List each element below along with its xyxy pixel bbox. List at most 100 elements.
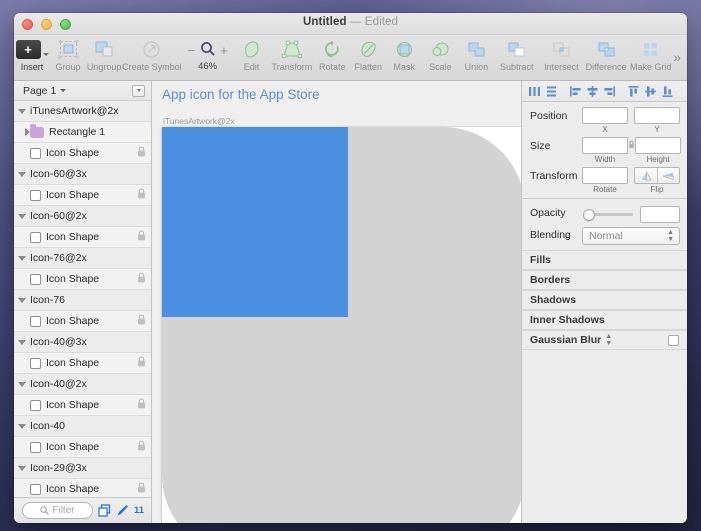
section-inner-shadows[interactable]: Inner Shadows <box>522 310 687 330</box>
layer-list[interactable]: iTunesArtwork@2x Rectangle 1 Icon Shape Ico… <box>14 101 151 497</box>
toolbar-overflow-button[interactable]: » <box>673 49 681 69</box>
zoom-out-button[interactable]: − <box>187 44 195 57</box>
toolbar-button-mask[interactable]: Mask <box>386 38 422 72</box>
lock-icon[interactable] <box>137 354 146 372</box>
position-x-input[interactable] <box>582 107 628 124</box>
layer-row[interactable]: Rectangle 1 <box>14 122 151 143</box>
rotate-input[interactable] <box>582 167 628 184</box>
align-bottom-icon[interactable] <box>659 83 676 100</box>
lock-icon[interactable] <box>137 186 146 204</box>
chevron-down-icon[interactable] <box>60 89 67 92</box>
lock-aspect-ratio-icon[interactable] <box>628 137 635 149</box>
align-left-icon[interactable] <box>567 83 584 100</box>
flip-horizontal-icon[interactable] <box>635 168 657 183</box>
disclosure-triangle-expanded[interactable] <box>14 255 30 261</box>
duplicate-layer-button[interactable] <box>98 504 111 517</box>
layer-row[interactable]: Icon Shape <box>14 269 151 290</box>
opacity-slider[interactable] <box>583 208 633 221</box>
layer-row[interactable]: Icon Shape <box>14 227 151 248</box>
distribute-vertical-icon[interactable] <box>543 83 560 100</box>
toolbar-button-rotate[interactable]: Rotate <box>314 38 350 72</box>
flip-vertical-icon[interactable] <box>657 168 679 183</box>
section-borders[interactable]: Borders <box>522 270 687 290</box>
toolbar-button-edit[interactable]: Edit <box>234 38 270 72</box>
zoom-control[interactable]: − + 46% <box>182 38 234 72</box>
lock-icon[interactable] <box>137 480 146 497</box>
disclosure-triangle-expanded[interactable] <box>14 381 30 387</box>
lock-icon[interactable] <box>137 228 146 246</box>
align-right-icon[interactable] <box>601 83 618 100</box>
gaussian-blur-checkbox[interactable] <box>668 334 679 346</box>
blending-select[interactable]: Normal ▲ ▼ <box>582 227 680 245</box>
toolbar-button-transform[interactable]: Transform <box>270 38 315 72</box>
align-middle-icon[interactable] <box>642 83 659 100</box>
size-width-input[interactable] <box>582 137 628 154</box>
section-shadows[interactable]: Shadows <box>522 290 687 310</box>
chevron-updown-icon[interactable]: ▲ ▼ <box>605 333 612 347</box>
layer-row[interactable]: Icon-40 <box>14 416 151 437</box>
page-selector-row[interactable]: Page 1 <box>14 81 151 101</box>
disclosure-triangle-expanded[interactable] <box>14 339 30 345</box>
toolbar-button-make-grid[interactable]: Make Grid <box>628 38 673 72</box>
layer-row[interactable]: Icon-76@2x <box>14 248 151 269</box>
lock-icon[interactable] <box>137 270 146 288</box>
size-height-input[interactable] <box>635 137 681 154</box>
distribute-horizontal-icon[interactable] <box>526 83 543 100</box>
toolbar-button-insert[interactable]: + Insert <box>14 38 50 72</box>
toolbar-button-intersect[interactable]: Intersect <box>539 38 584 72</box>
layer-row[interactable]: iTunesArtwork@2x <box>14 101 151 122</box>
disclosure-triangle-expanded[interactable] <box>14 423 30 429</box>
disclosure-triangle-expanded[interactable] <box>14 297 30 303</box>
rectangle-1-layer[interactable] <box>162 127 348 317</box>
lock-icon[interactable] <box>137 396 146 414</box>
toolbar-button-create-symbol[interactable]: Create Symbol <box>122 38 182 72</box>
align-top-icon[interactable] <box>625 83 642 100</box>
layer-row[interactable]: Icon Shape <box>14 311 151 332</box>
artboard-canvas[interactable] <box>162 127 521 523</box>
section-fills[interactable]: Fills <box>522 250 687 270</box>
section-gaussian-blur[interactable]: Gaussian Blur ▲ ▼ <box>522 330 687 350</box>
layer-row[interactable]: Icon-76 <box>14 290 151 311</box>
toolbar-button-group[interactable]: Group <box>50 38 86 72</box>
opacity-slider-handle[interactable] <box>583 208 595 221</box>
square-icon <box>30 441 41 453</box>
flip-buttons[interactable] <box>634 167 680 184</box>
disclosure-triangle-expanded[interactable] <box>14 108 30 114</box>
toolbar-button-scale[interactable]: Scale <box>422 38 458 72</box>
toolbar-button-flatten[interactable]: Flatten <box>350 38 386 72</box>
opacity-input[interactable] <box>640 206 680 223</box>
disclosure-triangle-expanded[interactable] <box>14 171 30 177</box>
layer-row[interactable]: Icon-60@3x <box>14 164 151 185</box>
lock-icon[interactable] <box>137 144 146 162</box>
toolbar-button-difference[interactable]: Difference <box>584 38 629 72</box>
disclosure-triangle-expanded[interactable] <box>14 213 30 219</box>
lock-icon[interactable] <box>137 438 146 456</box>
layer-row[interactable]: Icon-60@2x <box>14 206 151 227</box>
page-name[interactable]: Page 1 <box>23 85 56 97</box>
filter-input[interactable]: Filter <box>22 502 93 519</box>
layer-row[interactable]: Icon Shape <box>14 143 151 164</box>
layer-row[interactable]: Icon Shape <box>14 437 151 458</box>
layer-row[interactable]: Icon Shape <box>14 185 151 206</box>
pencil-icon[interactable] <box>116 504 129 517</box>
artboard-title[interactable]: App icon for the App Store <box>162 87 320 102</box>
layer-row[interactable]: Icon Shape <box>14 479 151 497</box>
layer-row[interactable]: Icon Shape <box>14 395 151 416</box>
page-menu-button[interactable] <box>132 84 145 97</box>
lock-icon[interactable] <box>137 312 146 330</box>
layer-row[interactable]: Icon Shape <box>14 353 151 374</box>
canvas-area[interactable]: App icon for the App Store iTunesArtwork… <box>152 81 521 523</box>
position-y-input[interactable] <box>634 107 680 124</box>
artboard-name-label[interactable]: iTunesArtwork@2x <box>163 116 235 126</box>
align-center-icon[interactable] <box>584 83 601 100</box>
toolbar-button-union[interactable]: Union <box>458 38 494 72</box>
disclosure-triangle-expanded[interactable] <box>14 465 30 471</box>
magnifier-icon[interactable] <box>200 41 215 60</box>
layer-row[interactable]: Icon-40@3x <box>14 332 151 353</box>
disclosure-triangle-collapsed[interactable] <box>14 128 30 136</box>
toolbar-button-subtract[interactable]: Subtract <box>494 38 539 72</box>
zoom-in-button[interactable]: + <box>220 44 228 57</box>
layer-row[interactable]: Icon-29@3x <box>14 458 151 479</box>
toolbar-button-ungroup[interactable]: Ungroup <box>86 38 122 72</box>
layer-row[interactable]: Icon-40@2x <box>14 374 151 395</box>
